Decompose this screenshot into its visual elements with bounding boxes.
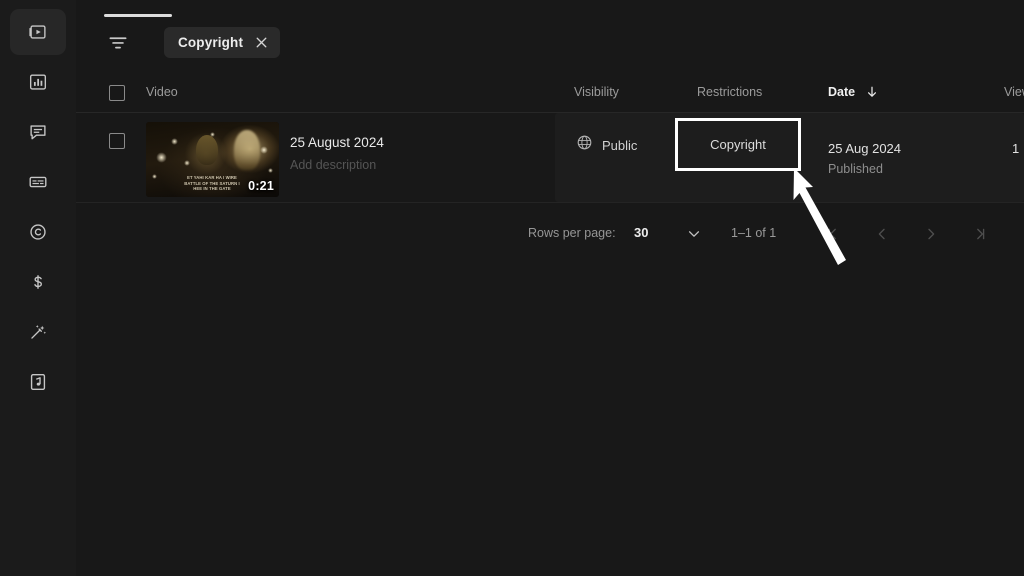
content-video-icon bbox=[27, 21, 49, 43]
chevron-left-icon[interactable] bbox=[870, 222, 894, 246]
page-range-label: 1–1 of 1 bbox=[731, 226, 777, 240]
sparkle bbox=[156, 152, 167, 163]
column-header-restrictions[interactable]: Restrictions bbox=[697, 85, 762, 99]
main-content: Copyright Video Visibility Restrictions … bbox=[76, 0, 1024, 576]
sidebar-item-earn[interactable] bbox=[10, 259, 66, 305]
restrictions-label: Copyright bbox=[710, 137, 766, 152]
row-divider bbox=[76, 202, 1024, 203]
earn-dollar-icon bbox=[27, 271, 49, 293]
thumbnail-figure-right bbox=[234, 130, 260, 170]
sidebar-item-comments[interactable] bbox=[10, 109, 66, 155]
first-page-icon[interactable] bbox=[821, 222, 845, 246]
date-value: 25 Aug 2024 bbox=[828, 141, 902, 156]
sidebar-item-audio-library[interactable] bbox=[10, 359, 66, 405]
restrictions-cell-highlighted[interactable]: Copyright bbox=[675, 118, 801, 171]
video-duration-badge: 0:21 bbox=[248, 179, 274, 193]
globe-public-icon bbox=[576, 134, 593, 156]
active-tab-indicator bbox=[104, 14, 172, 17]
sidebar-item-subtitles[interactable] bbox=[10, 159, 66, 205]
sparkle bbox=[210, 132, 215, 137]
sparkle bbox=[184, 160, 190, 166]
youtube-studio-window: Copyright Video Visibility Restrictions … bbox=[0, 0, 1024, 576]
table-header-row: Video Visibility Restrictions Date Views bbox=[76, 76, 1024, 110]
filter-icon[interactable] bbox=[104, 30, 132, 56]
row-checkbox[interactable] bbox=[109, 133, 125, 149]
sparkle bbox=[152, 174, 157, 179]
thumbnail-overlay-text: ET YAHI KAR HA I WIRE BATTLE OF THE SATU… bbox=[184, 175, 240, 192]
sidebar bbox=[0, 0, 76, 576]
video-description-placeholder[interactable]: Add description bbox=[290, 158, 376, 172]
sidebar-item-customisation[interactable] bbox=[10, 309, 66, 355]
rows-per-page-label: Rows per page: bbox=[528, 226, 616, 240]
copyright-c-icon bbox=[27, 221, 49, 243]
table-row[interactable]: ET YAHI KAR HA I WIRE BATTLE OF THE SATU… bbox=[76, 113, 1024, 202]
column-header-date[interactable]: Date bbox=[828, 85, 855, 99]
video-title[interactable]: 25 August 2024 bbox=[290, 135, 384, 150]
sparkle bbox=[268, 168, 273, 173]
filter-toolbar: Copyright bbox=[76, 0, 1024, 70]
column-header-visibility[interactable]: Visibility bbox=[574, 85, 619, 99]
chevron-down-icon[interactable] bbox=[686, 226, 702, 242]
filter-chip-label: Copyright bbox=[178, 35, 244, 50]
sidebar-item-content[interactable] bbox=[10, 9, 66, 55]
select-all-checkbox[interactable] bbox=[109, 85, 125, 101]
chevron-right-icon[interactable] bbox=[919, 222, 943, 246]
filter-chip-copyright[interactable]: Copyright bbox=[164, 27, 281, 58]
subtitles-icon bbox=[27, 171, 49, 193]
visibility-label: Public bbox=[602, 137, 638, 153]
pagination-bar: Rows per page: 30 1–1 of 1 bbox=[76, 212, 1024, 254]
visibility-cell[interactable]: Public bbox=[576, 134, 637, 156]
sidebar-item-copyright[interactable] bbox=[10, 209, 66, 255]
audio-library-note-icon bbox=[27, 371, 49, 393]
close-x-icon[interactable] bbox=[254, 35, 269, 50]
magic-wand-icon bbox=[27, 321, 49, 343]
views-value: 1 bbox=[1012, 141, 1020, 156]
sidebar-item-analytics[interactable] bbox=[10, 59, 66, 105]
rows-per-page-value[interactable]: 30 bbox=[634, 225, 648, 240]
last-page-icon[interactable] bbox=[968, 222, 992, 246]
date-status: Published bbox=[828, 162, 883, 176]
thumbnail-figure-left bbox=[196, 135, 218, 165]
sparkle bbox=[171, 138, 178, 145]
column-header-views[interactable]: Views bbox=[1004, 85, 1024, 99]
sparkle bbox=[260, 146, 268, 154]
video-thumbnail[interactable]: ET YAHI KAR HA I WIRE BATTLE OF THE SATU… bbox=[146, 122, 279, 197]
analytics-bar-chart-icon bbox=[27, 71, 49, 93]
comments-speech-icon bbox=[27, 121, 49, 143]
column-header-video[interactable]: Video bbox=[146, 85, 178, 99]
arrow-down-icon bbox=[865, 85, 879, 99]
